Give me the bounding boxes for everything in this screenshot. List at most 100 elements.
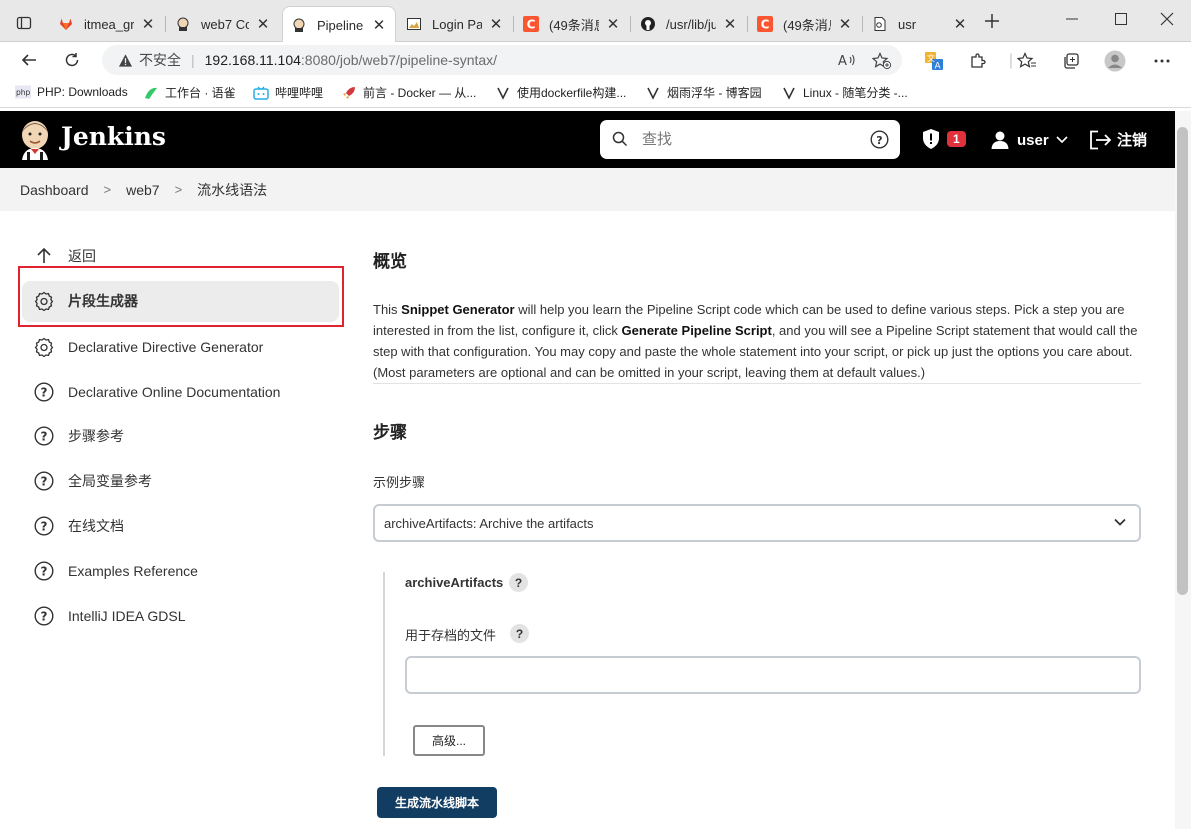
search-input[interactable] — [642, 131, 862, 148]
browser-tab-6[interactable]: C (49条消息 ✕ — [749, 6, 861, 42]
bookmark-item[interactable]: 烟雨浮华 - 博客园 — [645, 84, 762, 101]
sidebar-item-online-docs[interactable]: ? 在线文档 — [34, 514, 124, 538]
scrollbar-thumb[interactable] — [1177, 127, 1188, 595]
svg-text:?: ? — [876, 134, 882, 147]
sidebar-item-declarative-docs[interactable]: ? Declarative Online Documentation — [34, 380, 280, 404]
github-icon — [640, 16, 656, 32]
description-text: This — [373, 302, 402, 317]
breadcrumb-job[interactable]: web7 — [126, 182, 159, 198]
bilibili-icon — [253, 85, 269, 101]
svg-text:php: php — [16, 88, 31, 97]
address-bar[interactable]: 不安全 | 192.168.11.104:8080/job/web7/pipel… — [102, 45, 902, 75]
search-box[interactable] — [600, 120, 900, 159]
description-emphasis: Generate Pipeline Script — [621, 323, 772, 338]
sidebar-item-back[interactable]: 返回 — [34, 244, 96, 268]
sidebar-item-steps-reference[interactable]: ? 步骤参考 — [34, 424, 124, 448]
bookmark-label: 前言 - Docker — 从... — [363, 86, 477, 100]
url-path: :8080/job/web7/pipeline-syntax/ — [300, 52, 498, 68]
tab-separator — [862, 16, 863, 32]
user-icon — [991, 131, 1009, 149]
close-icon[interactable]: ✕ — [255, 15, 271, 33]
tab-actions-button[interactable] — [8, 10, 40, 36]
bookmark-item[interactable]: php PHP: Downloads — [15, 84, 128, 100]
sidebar-item-label: Examples Reference — [68, 563, 198, 579]
bookmark-label: 工作台 · 语雀 — [165, 86, 236, 100]
bookmark-item[interactable]: 使用dockerfile构建... — [495, 84, 626, 101]
bookmark-item[interactable]: Linux - 随笔分类 -... — [781, 84, 908, 101]
minimize-button[interactable] — [1065, 12, 1079, 30]
svg-text:C: C — [527, 18, 536, 32]
user-name: user — [1017, 131, 1049, 149]
avatar-icon — [1104, 50, 1126, 72]
browser-tab-7[interactable]: usr ✕ — [864, 6, 976, 42]
back-button[interactable] — [15, 48, 43, 72]
logout-label: 注销 — [1117, 132, 1148, 149]
help-circle-icon: ? — [34, 606, 54, 626]
close-icon[interactable]: ✕ — [488, 15, 504, 33]
read-aloud-button[interactable]: A — [838, 52, 856, 71]
sidebar-item-global-variables[interactable]: ? 全局变量参考 — [34, 469, 152, 493]
search-icon — [612, 131, 628, 150]
close-icon[interactable]: ✕ — [722, 15, 738, 33]
close-icon[interactable]: ✕ — [605, 15, 621, 33]
rocket-icon — [341, 85, 357, 101]
translate-button[interactable]: 文A — [923, 50, 945, 72]
search-help-icon[interactable]: ? — [870, 130, 889, 152]
more-button[interactable] — [1151, 50, 1173, 72]
help-icon[interactable]: ? — [510, 624, 529, 643]
bookmark-label: PHP: Downloads — [37, 85, 128, 99]
close-icon[interactable]: ✕ — [140, 15, 156, 33]
reload-button[interactable] — [58, 48, 86, 72]
bookmark-label: 使用dockerfile构建... — [517, 86, 627, 100]
login-page-icon — [406, 16, 422, 32]
sidebar-item-label: Declarative Directive Generator — [68, 339, 264, 355]
advanced-button[interactable]: 高级... — [413, 725, 485, 756]
security-monitor-button[interactable]: 1 — [921, 128, 966, 150]
arrow-left-icon — [21, 54, 36, 66]
address-divider: | — [191, 52, 195, 68]
svg-text:A: A — [935, 62, 942, 72]
browser-tab-4[interactable]: C (49条消息 ✕ — [515, 6, 629, 42]
close-icon[interactable]: ✕ — [837, 15, 853, 33]
close-icon[interactable]: ✕ — [952, 15, 968, 33]
browser-tab-3[interactable]: Login Pag ✕ — [398, 6, 512, 42]
jenkins-title[interactable]: Jenkins — [61, 122, 166, 151]
maximize-button[interactable] — [1114, 12, 1128, 30]
sidebar-item-snippet-generator[interactable]: 片段生成器 — [34, 289, 138, 313]
step-name: archiveArtifacts — [405, 575, 504, 590]
browser-tab-2[interactable]: Pipeline S ✕ — [282, 6, 396, 43]
sidebar-item-examples-reference[interactable]: ? Examples Reference — [34, 559, 198, 583]
sidebar-item-label: 片段生成器 — [68, 293, 138, 309]
browser-tab-0[interactable]: itmea_gro ✕ — [50, 6, 164, 42]
files-to-archive-field[interactable] — [405, 656, 1141, 694]
jenkins-logo-icon[interactable] — [18, 118, 52, 160]
bookmark-item[interactable]: 哔哩哔哩 — [253, 84, 323, 101]
close-window-button[interactable] — [1160, 12, 1174, 30]
logout-button[interactable]: 注销 — [1089, 129, 1147, 150]
breadcrumb-current[interactable]: 流水线语法 — [197, 180, 267, 200]
user-menu[interactable]: user — [990, 130, 1068, 150]
browser-tab-5[interactable]: /usr/lib/ju ✕ — [632, 6, 746, 42]
favorites-button[interactable] — [1016, 50, 1038, 72]
browser-tab-1[interactable]: web7 Con ✕ — [167, 6, 279, 42]
close-icon — [1160, 12, 1174, 26]
sample-step-select[interactable]: archiveArtifacts: Archive the artifacts — [373, 504, 1141, 542]
shield-icon — [923, 129, 939, 149]
overview-heading: 概览 — [373, 252, 407, 271]
sidebar-item-label: Declarative Online Documentation — [68, 384, 281, 400]
extensions-button[interactable] — [967, 50, 989, 72]
help-icon[interactable]: ? — [509, 573, 528, 592]
warning-icon — [118, 53, 133, 67]
new-tab-button[interactable] — [983, 12, 1001, 34]
breadcrumb-dashboard[interactable]: Dashboard — [20, 182, 89, 198]
sidebar-item-directive-generator[interactable]: Declarative Directive Generator — [34, 335, 263, 359]
bookmark-item[interactable]: 工作台 · 语雀 — [143, 84, 236, 101]
minimize-icon — [1066, 18, 1078, 20]
close-icon[interactable]: ✕ — [371, 16, 387, 34]
collections-button[interactable] — [1060, 50, 1082, 72]
bookmark-item[interactable]: 前言 - Docker — 从... — [341, 84, 476, 101]
sidebar-item-intellij-gdsl[interactable]: ? IntelliJ IDEA GDSL — [34, 604, 186, 628]
add-favorite-button[interactable] — [871, 52, 892, 73]
generate-pipeline-script-button[interactable]: 生成流水线脚本 — [377, 787, 497, 818]
profile-button[interactable] — [1104, 50, 1126, 72]
